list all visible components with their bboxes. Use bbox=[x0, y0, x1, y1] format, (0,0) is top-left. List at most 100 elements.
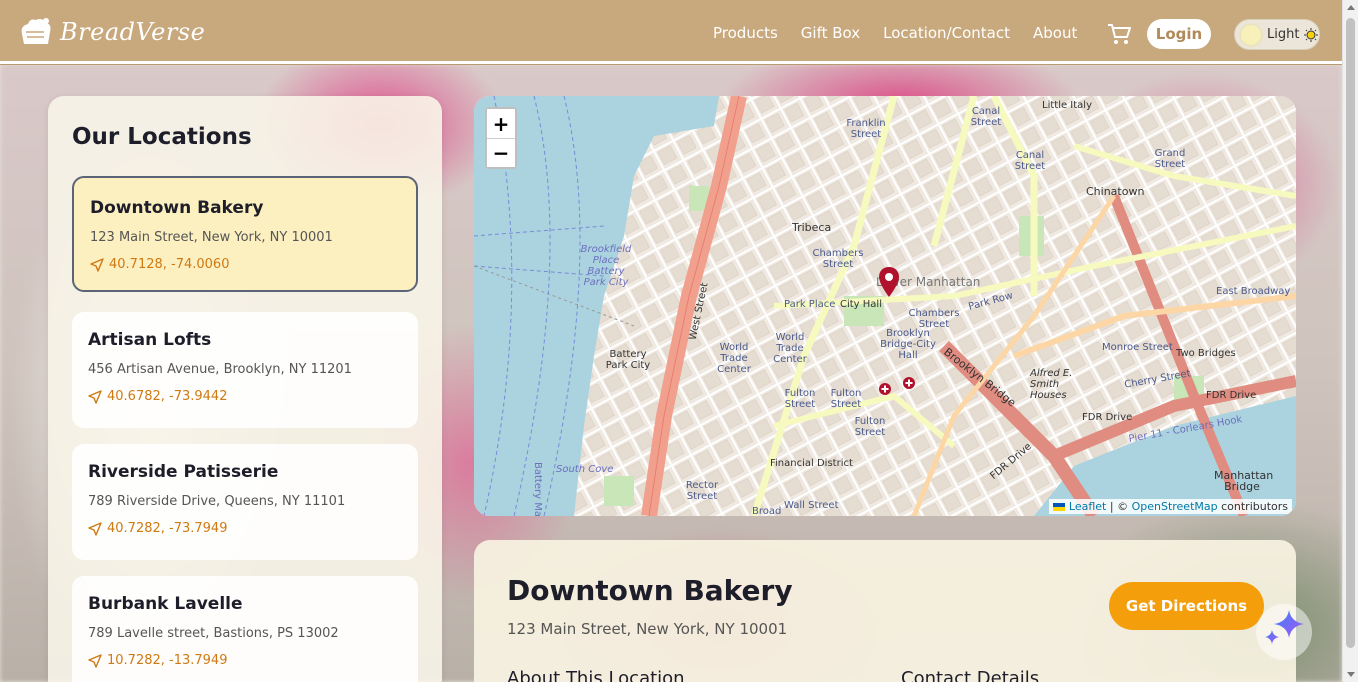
map-label: Fulton Street bbox=[854, 416, 886, 438]
login-button[interactable]: Login bbox=[1147, 19, 1211, 49]
map-label: FDR Drive bbox=[1206, 390, 1257, 401]
navigation-arrow-icon bbox=[88, 521, 102, 536]
theme-toggle-knob bbox=[1241, 25, 1261, 45]
zoom-out-button[interactable]: − bbox=[487, 138, 515, 167]
ai-assistant-button[interactable] bbox=[1256, 604, 1312, 660]
nav-gift-box[interactable]: Gift Box bbox=[801, 24, 860, 42]
location-name: Riverside Patisserie bbox=[88, 462, 279, 482]
map-label: Alfred E. Smith Houses bbox=[1030, 368, 1073, 401]
nav-products[interactable]: Products bbox=[713, 24, 778, 42]
map-marker-icon[interactable] bbox=[878, 266, 900, 298]
map-label: World Trade Center bbox=[717, 342, 751, 375]
scroll-thumb[interactable] bbox=[1346, 18, 1355, 648]
map-label: Brooklyn Bridge bbox=[941, 345, 1019, 410]
nav-about[interactable]: About bbox=[1033, 24, 1077, 42]
map-label: Park Row bbox=[967, 290, 1015, 313]
map-label: Monroe Street bbox=[1102, 342, 1173, 353]
map-label: Two Bridges bbox=[1176, 348, 1236, 359]
location-address: 123 Main Street, New York, NY 10001 bbox=[90, 230, 333, 245]
location-coords: 40.7128, -74.0060 bbox=[90, 257, 400, 272]
map-label: Pier 11 - Corlears Hook bbox=[1127, 414, 1244, 445]
details-address: 123 Main Street, New York, NY 10001 bbox=[507, 620, 788, 638]
location-coords-text: 40.6782, -73.9442 bbox=[107, 389, 228, 404]
map-label: Brooklyn Bridge-City Hall bbox=[880, 328, 936, 361]
map-label: Wall Street bbox=[784, 500, 839, 511]
location-details: Downtown Bakery 123 Main Street, New Yor… bbox=[474, 540, 1296, 682]
details-title: Downtown Bakery bbox=[507, 574, 793, 607]
location-name: Burbank Lavelle bbox=[88, 594, 243, 614]
location-coords: 40.7282, -73.7949 bbox=[88, 521, 402, 536]
map-label: Grand Street bbox=[1154, 148, 1186, 170]
zoom-in-button[interactable]: + bbox=[487, 109, 515, 138]
navigation-arrow-icon bbox=[90, 257, 104, 272]
map-label: Fulton Street bbox=[830, 388, 862, 410]
location-coords: 10.7282, -13.7949 bbox=[88, 653, 402, 668]
map-label: South Cove bbox=[556, 464, 614, 475]
locations-sidebar: Our Locations Downtown Bakery 123 Main S… bbox=[48, 96, 442, 682]
map-label: Canal Street bbox=[970, 106, 1002, 128]
location-map[interactable]: Franklin Street Canal Street Canal Stree… bbox=[474, 96, 1296, 516]
location-address: 456 Artisan Avenue, Brooklyn, NY 11201 bbox=[88, 362, 352, 377]
brand-name: BreadVerse bbox=[60, 18, 206, 46]
sparkle-icon bbox=[1265, 610, 1304, 644]
sidebar-title: Our Locations bbox=[72, 124, 252, 150]
map-label: Chinatown bbox=[1086, 185, 1145, 198]
bread-logo-icon bbox=[21, 18, 51, 44]
sun-icon bbox=[1304, 28, 1318, 42]
hospital-icon bbox=[879, 383, 891, 395]
map-label: Chambers Street bbox=[908, 308, 960, 330]
map-label: Brookfield Place Battery Park City bbox=[580, 244, 632, 288]
location-coords-text: 40.7282, -73.7949 bbox=[107, 521, 228, 536]
scroll-up-icon[interactable] bbox=[1347, 5, 1355, 10]
map-label: Franklin Street bbox=[846, 118, 886, 140]
hospital-icon bbox=[903, 377, 915, 389]
map-label: Manhattan Bridge bbox=[1214, 469, 1274, 493]
map-label: Little Italy bbox=[1042, 100, 1092, 111]
location-card-artisan-lofts[interactable]: Artisan Lofts 456 Artisan Avenue, Brookl… bbox=[72, 312, 418, 428]
attribution-tail: contributors bbox=[1217, 500, 1288, 513]
map-label: Battery Ma bbox=[531, 462, 543, 516]
about-heading: About This Location bbox=[507, 668, 685, 682]
contact-heading: Contact Details bbox=[901, 668, 1040, 682]
openstreetmap-link[interactable]: OpenStreetMap bbox=[1132, 500, 1218, 513]
top-header: BreadVerse Products Gift Box Location/Co… bbox=[0, 0, 1342, 64]
brand[interactable]: BreadVerse bbox=[16, 14, 205, 50]
navigation-arrow-icon bbox=[88, 389, 102, 404]
map-label: Battery Park City bbox=[605, 349, 651, 371]
location-coords-text: 10.7282, -13.7949 bbox=[107, 653, 228, 668]
map-label: City Hall bbox=[840, 299, 882, 310]
location-coords-text: 40.7128, -74.0060 bbox=[109, 257, 230, 272]
map-label: Park Place bbox=[784, 299, 836, 310]
location-card-burbank-lavelle[interactable]: Burbank Lavelle 789 Lavelle street, Bast… bbox=[72, 576, 418, 682]
location-coords: 40.6782, -73.9442 bbox=[88, 389, 402, 404]
map-label: Chambers Street bbox=[812, 248, 864, 270]
main-nav: Products Gift Box Location/Contact About bbox=[713, 24, 1077, 42]
theme-label: Light bbox=[1267, 27, 1300, 42]
location-name: Downtown Bakery bbox=[90, 198, 264, 218]
map-label: Fulton Street bbox=[784, 388, 816, 410]
map-label: West Street bbox=[687, 281, 711, 342]
map-label: World Trade Center bbox=[773, 332, 807, 365]
nav-location-contact[interactable]: Location/Contact bbox=[883, 24, 1010, 42]
location-address: 789 Lavelle street, Bastions, PS 13002 bbox=[88, 626, 339, 641]
navigation-arrow-icon bbox=[88, 653, 102, 668]
location-name: Artisan Lofts bbox=[88, 330, 212, 350]
map-attribution: Leaflet | © OpenStreetMap contributors bbox=[1049, 499, 1292, 514]
leaflet-link[interactable]: Leaflet bbox=[1069, 500, 1106, 513]
page-scrollbar[interactable] bbox=[1342, 0, 1358, 682]
location-card-riverside-patisserie[interactable]: Riverside Patisserie 789 Riverside Drive… bbox=[72, 444, 418, 560]
get-directions-button[interactable]: Get Directions bbox=[1109, 582, 1264, 630]
location-card-downtown-bakery[interactable]: Downtown Bakery 123 Main Street, New Yor… bbox=[72, 176, 418, 292]
map-label: Canal Street bbox=[1014, 150, 1046, 172]
map-zoom-control: + − bbox=[485, 107, 517, 169]
map-label: East Broadway bbox=[1216, 286, 1291, 297]
map-label: Cherry Street bbox=[1123, 368, 1192, 391]
scroll-down-icon[interactable] bbox=[1347, 672, 1355, 677]
theme-toggle[interactable]: Light bbox=[1234, 19, 1320, 50]
ukraine-flag-icon bbox=[1053, 503, 1066, 511]
cart-icon[interactable] bbox=[1106, 22, 1132, 46]
map-label: FDR Drive bbox=[1082, 412, 1133, 423]
map-label: Tribeca bbox=[792, 221, 832, 234]
map-label: FDR Drive bbox=[988, 441, 1034, 482]
map-label: Rector Street bbox=[685, 480, 719, 502]
